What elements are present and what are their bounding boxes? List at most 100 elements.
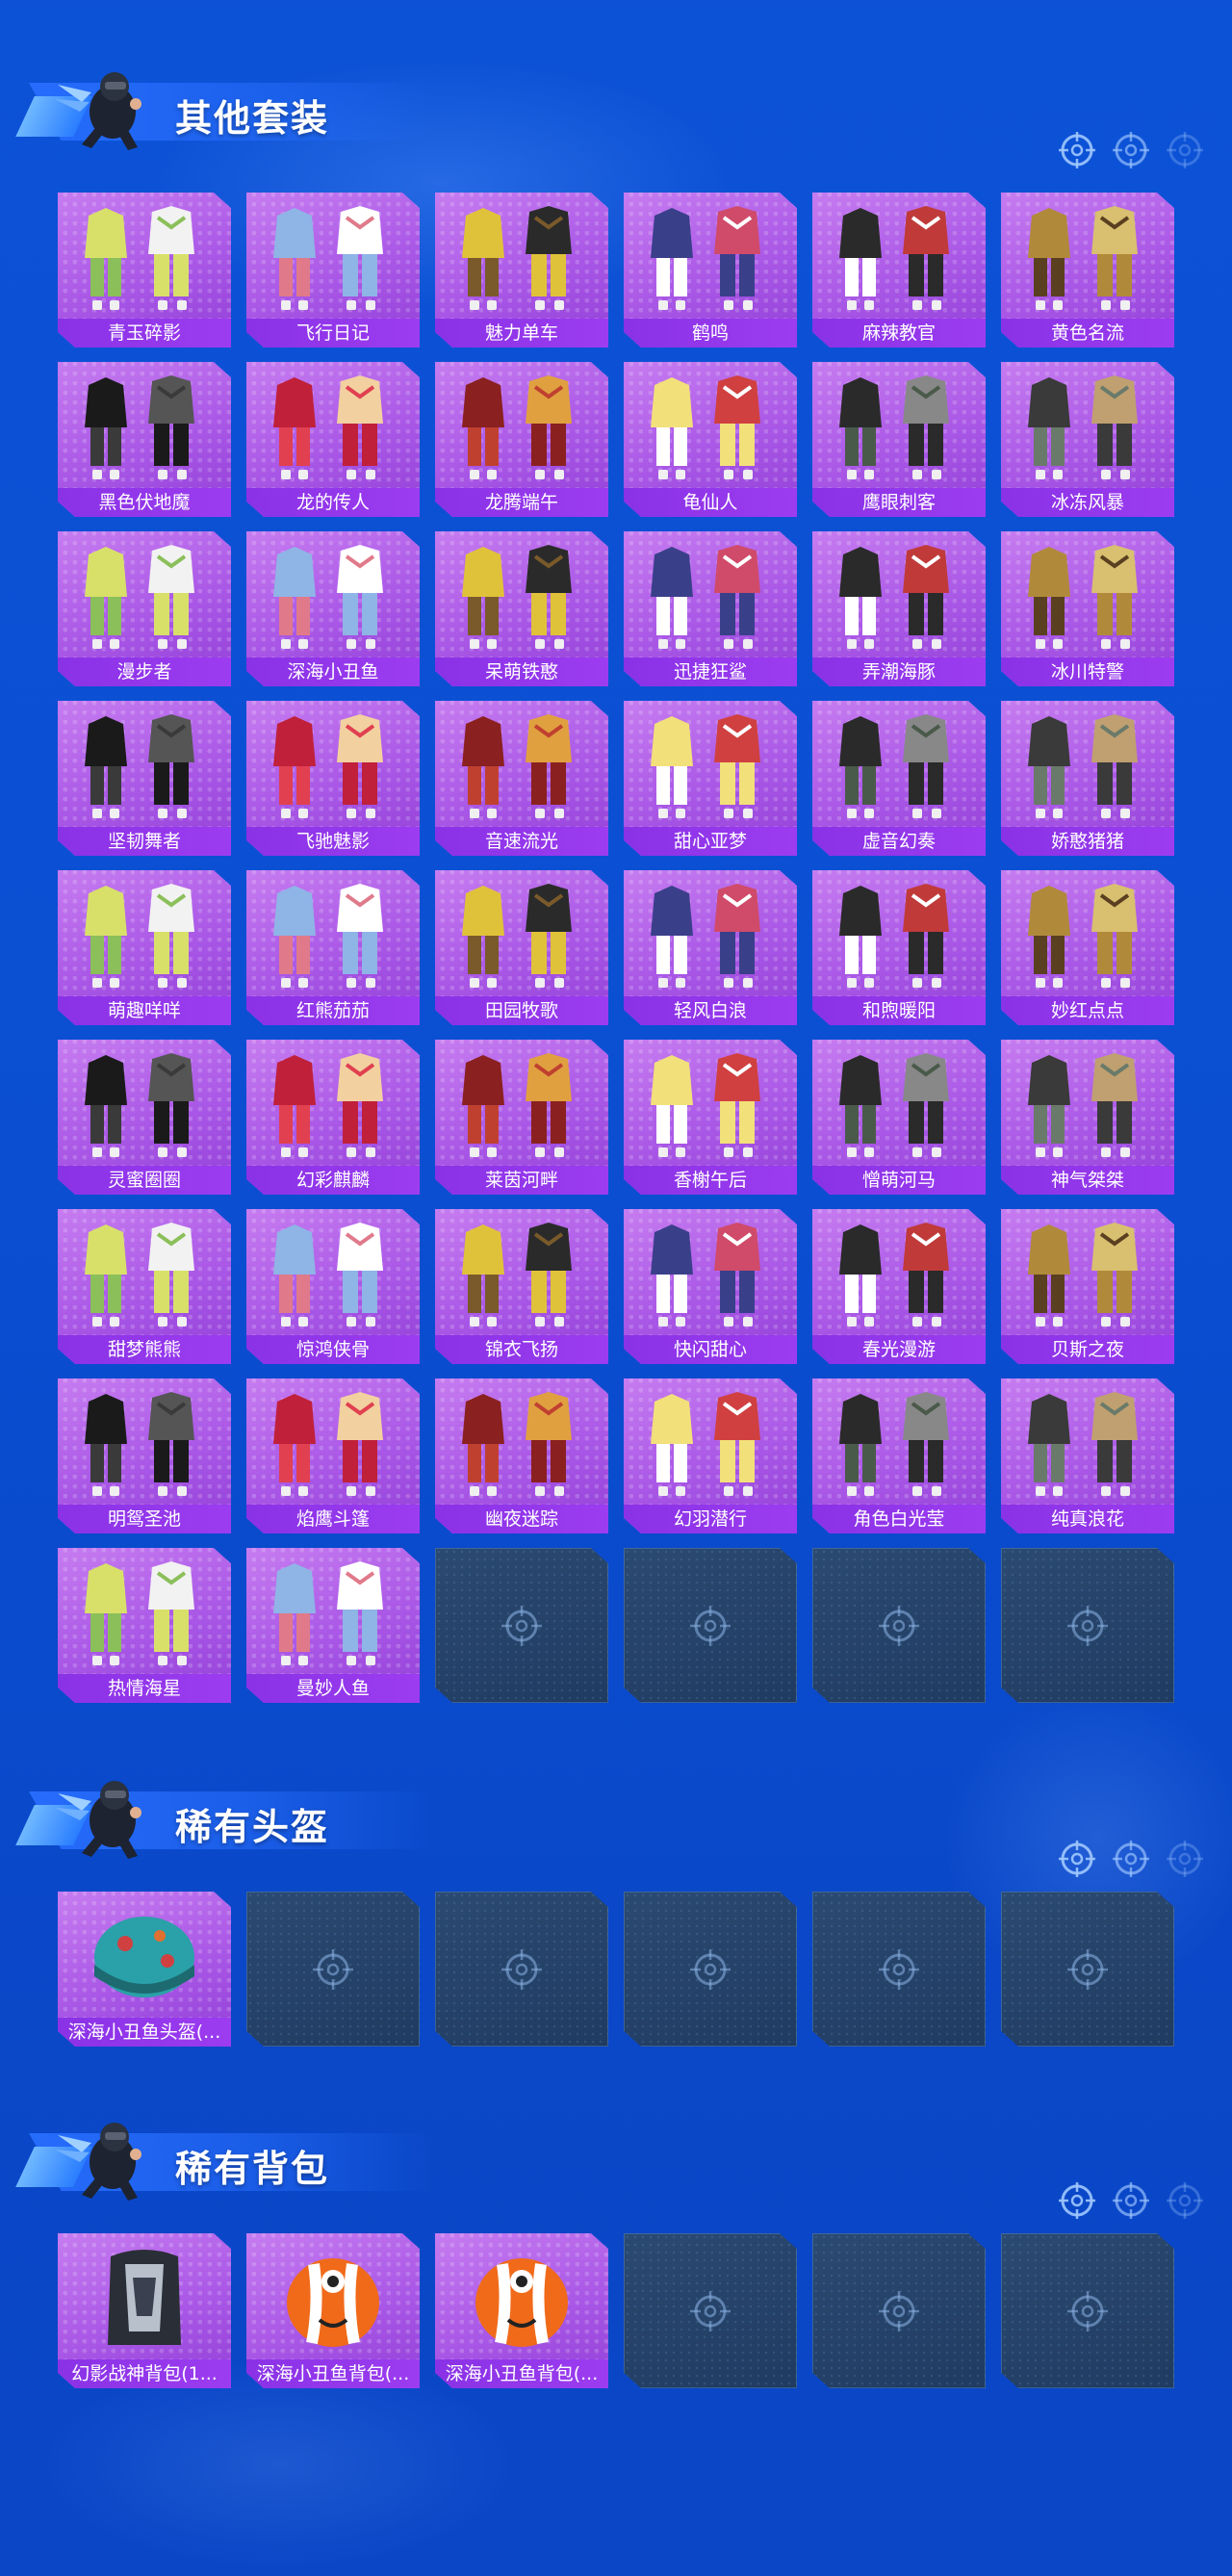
item-name: 轻风白浪 — [624, 996, 797, 1025]
item-card[interactable]: 热情海星 — [58, 1548, 231, 1703]
crosshair-icon — [1059, 1841, 1095, 1877]
item-card[interactable]: 锦衣飞扬 — [435, 1209, 608, 1364]
item-card[interactable]: 弄潮海豚 — [812, 531, 986, 686]
crosshair-icon — [690, 1949, 731, 1990]
item-name: 田园牧歌 — [435, 996, 608, 1025]
item-name: 飞行日记 — [246, 319, 420, 348]
item-name: 贝斯之夜 — [1001, 1335, 1174, 1364]
item-card[interactable]: 妙红点点 — [1001, 870, 1174, 1025]
item-card[interactable]: 龙的传人 — [246, 362, 420, 517]
item-card[interactable]: 魅力单车 — [435, 193, 608, 348]
item-card[interactable]: 田园牧歌 — [435, 870, 608, 1025]
outfit-item-image — [462, 1053, 572, 1157]
crosshair-icon — [1067, 2291, 1108, 2331]
item-card[interactable]: 迅捷狂鲨 — [624, 531, 797, 686]
item-card[interactable]: 萌趣咩咩 — [58, 870, 231, 1025]
item-card[interactable]: 坚韧舞者 — [58, 701, 231, 856]
item-card[interactable]: 纯真浪花 — [1001, 1378, 1174, 1533]
item-card[interactable]: 曼妙人鱼 — [246, 1548, 420, 1703]
item-name: 角色白光莹 — [812, 1505, 986, 1533]
item-card[interactable]: 深海小丑鱼背包(... — [246, 2233, 420, 2388]
item-card[interactable]: 焰鹰斗篷 — [246, 1378, 420, 1533]
item-name: 憎萌河马 — [812, 1166, 986, 1195]
item-name: 音速流光 — [435, 827, 608, 856]
section-title: 其他套装 — [175, 97, 330, 140]
item-name: 红熊茄茄 — [246, 996, 420, 1025]
item-card[interactable]: 惊鸿侠骨 — [246, 1209, 420, 1364]
outfit-item-image — [651, 375, 760, 479]
empty-slot — [812, 1892, 986, 2047]
item-name: 深海小丑鱼 — [246, 657, 420, 686]
item-name: 快闪甜心 — [624, 1335, 797, 1364]
outfit-item-image — [273, 714, 383, 818]
outfit-item-image — [462, 714, 572, 818]
outfit-item-image — [462, 545, 572, 649]
crosshair-icon — [1059, 132, 1095, 168]
item-card[interactable]: 黑色伏地魔 — [58, 362, 231, 517]
item-card[interactable]: 呆萌铁憨 — [435, 531, 608, 686]
item-name: 呆萌铁憨 — [435, 657, 608, 686]
item-card[interactable]: 音速流光 — [435, 701, 608, 856]
item-card[interactable]: 深海小丑鱼背包(... — [435, 2233, 608, 2388]
item-card[interactable]: 青玉碎影 — [58, 193, 231, 348]
item-name: 黄色名流 — [1001, 319, 1174, 348]
item-card[interactable]: 深海小丑鱼 — [246, 531, 420, 686]
item-card[interactable]: 幻彩麒麟 — [246, 1040, 420, 1195]
section-decor-icons — [1057, 2180, 1205, 2221]
item-name: 幻影战神背包(1... — [58, 2359, 231, 2388]
item-name: 香榭午后 — [624, 1166, 797, 1195]
item-card[interactable]: 快闪甜心 — [624, 1209, 797, 1364]
item-card[interactable]: 莱茵河畔 — [435, 1040, 608, 1195]
item-card[interactable]: 幻影战神背包(1... — [58, 2233, 231, 2388]
outfit-item-image — [651, 884, 760, 988]
item-card[interactable]: 飞驰魅影 — [246, 701, 420, 856]
outfit-item-image — [273, 1392, 383, 1496]
crosshair-icon — [879, 2291, 919, 2331]
outfit-item-image — [1028, 545, 1138, 649]
item-card[interactable]: 飞行日记 — [246, 193, 420, 348]
outfit-item-image — [839, 714, 949, 818]
crosshair-icon — [690, 2291, 731, 2331]
item-card[interactable]: 幽夜迷踪 — [435, 1378, 608, 1533]
item-card[interactable]: 甜梦熊熊 — [58, 1209, 231, 1364]
item-card[interactable]: 深海小丑鱼头盔(... — [58, 1892, 231, 2047]
item-name: 妙红点点 — [1001, 996, 1174, 1025]
item-card[interactable]: 香榭午后 — [624, 1040, 797, 1195]
outfit-item-image — [1028, 375, 1138, 479]
empty-slot — [624, 1892, 797, 2047]
item-card[interactable]: 冰川特警 — [1001, 531, 1174, 686]
item-card[interactable]: 甜心亚梦 — [624, 701, 797, 856]
outfit-item-image — [1028, 714, 1138, 818]
outfit-item-image — [839, 206, 949, 310]
item-card[interactable]: 角色白光莹 — [812, 1378, 986, 1533]
item-name: 幻羽潜行 — [624, 1505, 797, 1533]
item-name: 明鸳圣池 — [58, 1505, 231, 1533]
item-card[interactable]: 虚音幻奏 — [812, 701, 986, 856]
item-card[interactable]: 漫步者 — [58, 531, 231, 686]
item-card[interactable]: 麻辣教官 — [812, 193, 986, 348]
item-card[interactable]: 憎萌河马 — [812, 1040, 986, 1195]
item-card[interactable]: 春光漫游 — [812, 1209, 986, 1364]
empty-slot — [1001, 1548, 1174, 1703]
item-name: 黑色伏地魔 — [58, 488, 231, 517]
section-title: 稀有头盔 — [175, 1806, 330, 1848]
item-card[interactable]: 和煦暖阳 — [812, 870, 986, 1025]
item-card[interactable]: 娇憨猪猪 — [1001, 701, 1174, 856]
item-card[interactable]: 幻羽潜行 — [624, 1378, 797, 1533]
item-card[interactable]: 红熊茄茄 — [246, 870, 420, 1025]
item-card[interactable]: 龟仙人 — [624, 362, 797, 517]
item-card[interactable]: 冰冻风暴 — [1001, 362, 1174, 517]
item-card[interactable]: 龙腾端午 — [435, 362, 608, 517]
item-card[interactable]: 黄色名流 — [1001, 193, 1174, 348]
item-card[interactable]: 灵蜜圈圈 — [58, 1040, 231, 1195]
outfit-item-image — [839, 884, 949, 988]
item-card[interactable]: 鹤鸣 — [624, 193, 797, 348]
item-card[interactable]: 神气桀桀 — [1001, 1040, 1174, 1195]
item-card[interactable]: 明鸳圣池 — [58, 1378, 231, 1533]
item-card[interactable]: 贝斯之夜 — [1001, 1209, 1174, 1364]
crosshair-icon — [690, 1606, 731, 1646]
crosshair-icon — [1059, 2182, 1095, 2219]
item-card[interactable]: 鹰眼刺客 — [812, 362, 986, 517]
item-name: 冰川特警 — [1001, 657, 1174, 686]
item-card[interactable]: 轻风白浪 — [624, 870, 797, 1025]
